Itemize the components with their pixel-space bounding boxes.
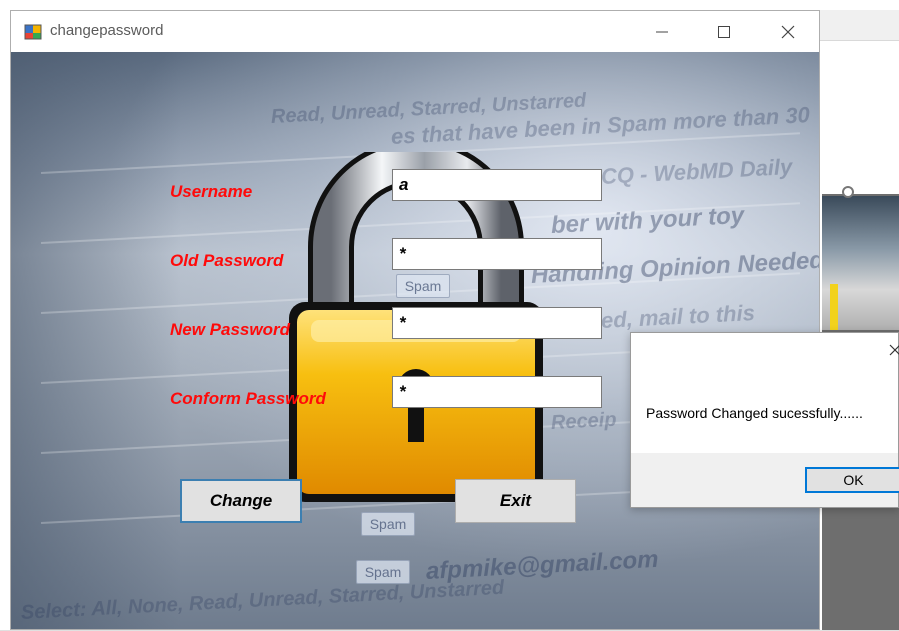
background-spam-tag: Spam (361, 512, 415, 536)
title-bar[interactable]: changepassword (11, 11, 819, 52)
window-title: changepassword (50, 22, 164, 39)
background-shade (11, 52, 181, 629)
background-text: CQ - WebMD Daily (600, 153, 793, 189)
confirm-password-label: Conform Password (170, 389, 326, 408)
message-box: Password Changed sucessfully...... OK (630, 332, 899, 508)
confirm-password-input[interactable]: * (392, 376, 602, 408)
minimize-icon (656, 31, 668, 32)
message-footer: OK (631, 453, 899, 507)
old-password-label: Old Password (170, 251, 284, 270)
close-button[interactable] (757, 11, 819, 52)
minimize-button[interactable] (631, 11, 693, 52)
ok-button[interactable]: OK (805, 467, 899, 493)
new-password-input[interactable]: * (392, 307, 602, 339)
change-button[interactable]: Change (180, 479, 302, 523)
exit-button[interactable]: Exit (455, 479, 576, 523)
new-password-label: New Password (170, 320, 290, 339)
old-password-input[interactable]: * (392, 238, 602, 270)
changepassword-window: changepassword Read, Unread, Starred, Un… (10, 10, 820, 630)
close-icon (889, 344, 899, 356)
close-icon (781, 25, 795, 38)
background-thumbnail-accent (830, 284, 838, 330)
maximize-button[interactable] (693, 11, 755, 52)
resize-handle[interactable] (842, 186, 854, 198)
maximize-icon (718, 25, 730, 38)
background-spam-tag: Spam (356, 560, 410, 584)
background-text: ber with your toy (550, 201, 745, 239)
message-text: Password Changed sucessfully...... (646, 405, 863, 421)
username-label: Username (170, 182, 253, 201)
username-input[interactable]: a (392, 169, 602, 201)
message-close-button[interactable] (889, 343, 899, 361)
background-text: ed, mail to this (600, 299, 756, 333)
background-window-strip (820, 10, 899, 41)
winforms-app-icon (24, 24, 42, 40)
